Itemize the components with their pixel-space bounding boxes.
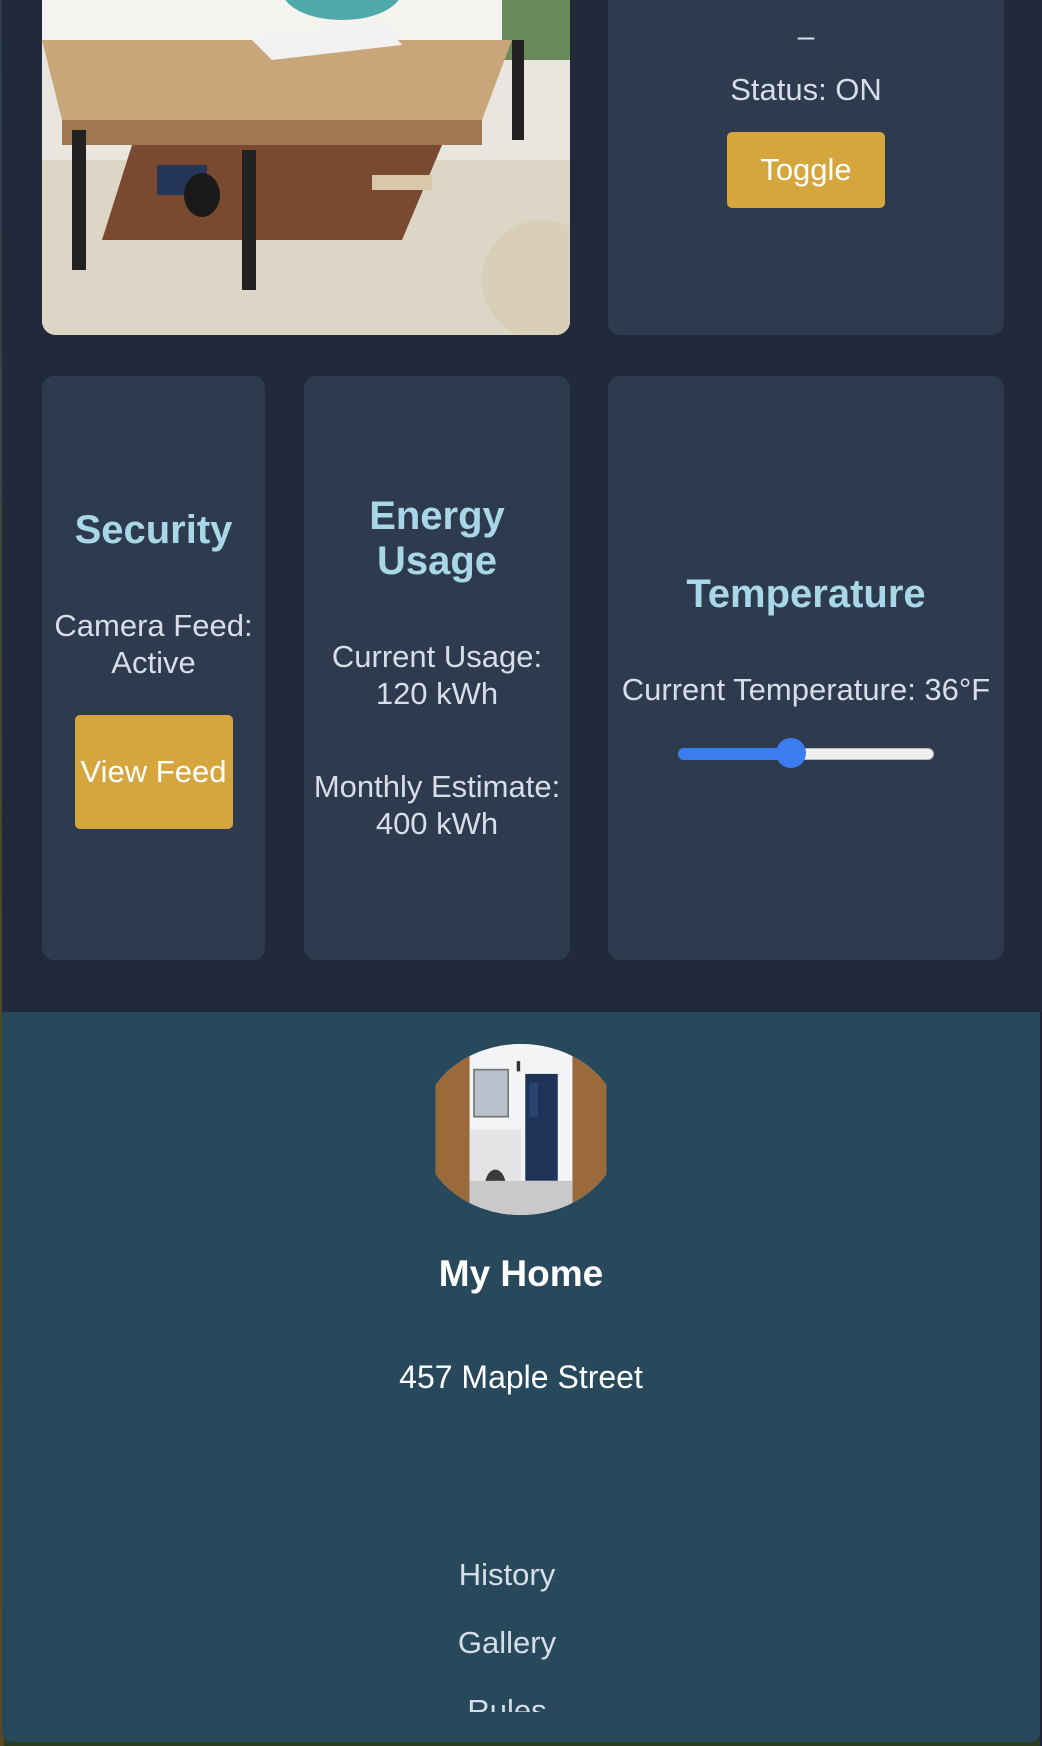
slider-fill	[678, 748, 791, 760]
nav-history[interactable]: History	[459, 1556, 555, 1594]
temperature-slider[interactable]	[678, 738, 934, 768]
nav-rules[interactable]: Rules	[467, 1692, 546, 1712]
light-status: Status: ON	[730, 72, 882, 107]
home-avatar	[421, 1044, 621, 1215]
nav-gallery[interactable]: Gallery	[458, 1624, 556, 1662]
home-address: 457 Maple Street	[399, 1359, 643, 1395]
energy-card: Energy Usage Current Usage: 120 kWh Mont…	[304, 376, 570, 960]
monthly-estimate: Monthly Estimate: 400 kWh	[313, 769, 561, 841]
security-card: Security Camera Feed: Active View Feed	[42, 376, 265, 960]
dashboard: – Status: ON Toggle Security Camera Feed…	[2, 0, 1042, 1012]
home-name: My Home	[438, 1253, 604, 1294]
home-profile: My Home 457 Maple Street History Gallery…	[2, 1012, 1040, 1742]
slider-thumb[interactable]	[775, 738, 806, 768]
current-temperature: Current Temperature: 36°F	[621, 672, 991, 707]
temperature-card: Temperature Current Temperature: 36°F	[608, 376, 1004, 960]
camera-feed-status: Camera Feed: Active	[54, 607, 253, 680]
dash-mark: –	[797, 20, 815, 53]
living-room-photo	[42, 0, 570, 335]
view-feed-button[interactable]: View Feed	[74, 714, 233, 829]
energy-title: Energy Usage	[369, 494, 505, 583]
security-title: Security	[74, 507, 233, 552]
temperature-title: Temperature	[686, 572, 926, 616]
current-usage: Current Usage: 120 kWh	[331, 639, 543, 711]
home-nav: History Gallery Rules	[458, 1556, 556, 1742]
toggle-button[interactable]: Toggle	[727, 132, 885, 208]
light-control-card: – Status: ON Toggle	[608, 0, 1004, 335]
